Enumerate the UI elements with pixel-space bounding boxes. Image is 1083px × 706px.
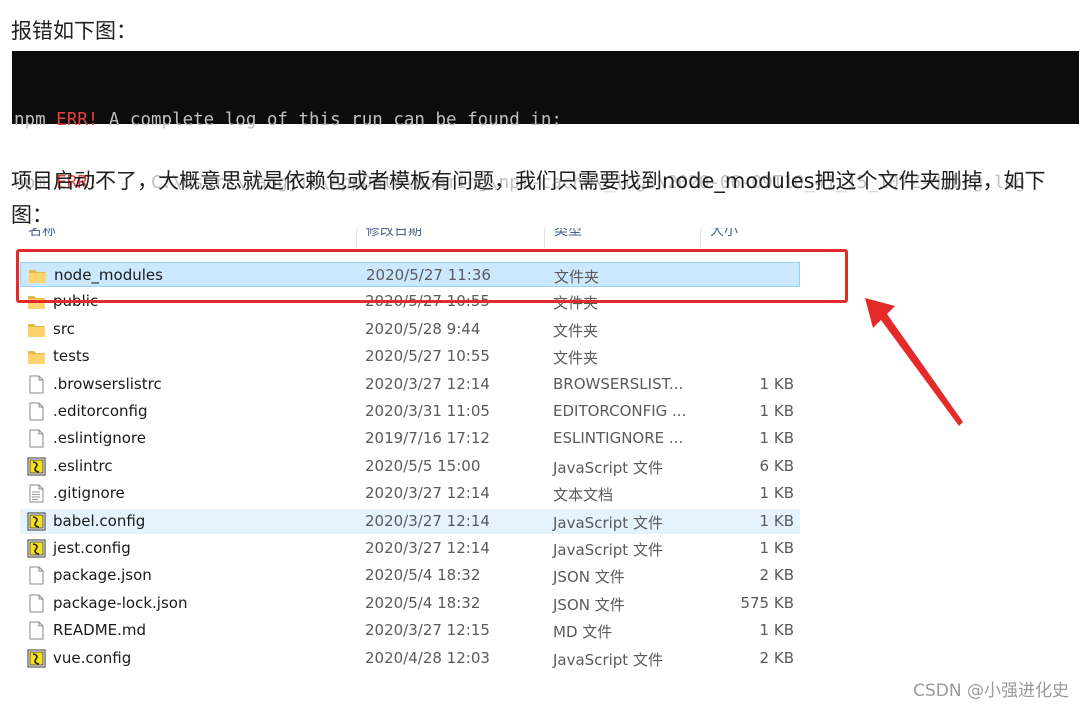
- intro-text: 报错如下图：: [11, 19, 137, 43]
- watermark: CSDN @小强进化史: [913, 681, 1069, 701]
- file-name: src: [53, 319, 75, 338]
- file-size: 1 KB: [759, 511, 794, 530]
- folder-icon: [27, 320, 46, 339]
- console-message: A complete log of this run can be found …: [98, 110, 562, 130]
- file-size: 1 KB: [759, 429, 794, 448]
- file-icon: [27, 402, 46, 421]
- file-type: JSON 文件: [553, 595, 625, 614]
- file-type: JavaScript 文件: [553, 458, 663, 477]
- file-row[interactable]: babel.config 2020/3/27 12:14 JavaScript 文件…: [20, 508, 800, 534]
- console-line: npm ERR! A complete log of this run can …: [14, 110, 1079, 131]
- file-type: BROWSERSLIST...: [553, 374, 684, 393]
- file-type: JavaScript 文件: [553, 513, 663, 532]
- file-type: ESLINTIGNORE ...: [553, 429, 684, 448]
- column-size[interactable]: 大小: [710, 228, 738, 240]
- file-row[interactable]: jest.config 2020/3/27 12:14 JavaScript 文件 1…: [20, 536, 800, 561]
- file-type: JavaScript 文件: [553, 541, 663, 559]
- file-name: .eslintrc: [53, 456, 113, 475]
- file-date: 2020/5/27 10:55: [365, 347, 490, 366]
- file-date: 2020/5/4 18:32: [365, 566, 481, 585]
- file-name: package-lock.json: [53, 593, 188, 612]
- file-date: 2020/3/27 12:14: [365, 374, 490, 393]
- file-name: babel.config: [53, 511, 146, 530]
- file-size: 2 KB: [759, 566, 794, 585]
- file-type: JavaScript 文件: [553, 650, 663, 669]
- column-divider[interactable]: [356, 228, 357, 248]
- file-name: vue.config: [53, 648, 132, 667]
- highlight-box: [16, 249, 848, 303]
- file-date: 2020/3/27 12:14: [365, 511, 490, 530]
- javascript-file-icon: [27, 539, 46, 558]
- console-prefix: npm: [14, 110, 46, 130]
- file-name: package.json: [53, 566, 152, 585]
- file-row[interactable]: vue.config 2020/4/28 12:03 JavaScript 文件 2 …: [20, 646, 800, 671]
- file-size: 1 KB: [759, 539, 794, 557]
- explanation-text: 项目启动不了，大概意思就是依赖包或者模板有问题，我们只需要找到node_modu…: [11, 169, 1046, 227]
- column-divider[interactable]: [700, 228, 701, 248]
- file-row[interactable]: .eslintignore 2019/7/16 17:12 ESLINTIGNORE…: [20, 426, 800, 451]
- file-row[interactable]: package-lock.json 2020/5/4 18:32 JSON 文件 57…: [20, 591, 800, 616]
- text-file-icon: [27, 484, 46, 503]
- column-type[interactable]: 类型: [554, 228, 582, 240]
- file-size: 6 KB: [759, 456, 794, 475]
- javascript-file-icon: [27, 512, 46, 531]
- file-name: .gitignore: [53, 484, 125, 503]
- file-size: 575 KB: [740, 593, 794, 612]
- file-size: 2 KB: [759, 648, 794, 667]
- file-date: 2020/5/28 9:44: [365, 319, 481, 338]
- file-size: 1 KB: [759, 484, 794, 503]
- file-name: .browserslistrc: [53, 374, 162, 393]
- file-date: 2020/3/27 12:15: [365, 621, 490, 640]
- file-row[interactable]: .gitignore 2020/3/27 12:14 文本文档 1 KB: [20, 481, 800, 506]
- file-type: 文本文档: [553, 486, 614, 505]
- file-icon: [27, 594, 46, 613]
- terminal-output: npm ERR! A complete log of this run can …: [12, 51, 1079, 193]
- file-name: jest.config: [53, 539, 131, 557]
- file-icon: [27, 429, 46, 448]
- console-error-tag: ERR!: [56, 110, 99, 130]
- file-date: 2020/4/28 12:03: [365, 648, 490, 667]
- file-name: tests: [53, 347, 90, 366]
- file-date: 2020/3/31 11:05: [365, 402, 490, 420]
- file-size: 1 KB: [759, 374, 794, 393]
- file-date: 2020/5/4 18:32: [365, 593, 481, 612]
- file-icon: [27, 566, 46, 585]
- file-icon: [27, 621, 46, 640]
- file-row[interactable]: .eslintrc 2020/5/5 15:00 JavaScript 文件 6 KB: [20, 454, 800, 479]
- file-row[interactable]: README.md 2020/3/27 12:15 MD 文件 1 KB: [20, 618, 800, 643]
- folder-icon: [27, 347, 46, 366]
- file-size: 1 KB: [759, 621, 794, 640]
- javascript-file-icon: [27, 649, 46, 668]
- file-icon: [27, 375, 46, 394]
- file-type: 文件夹: [553, 349, 599, 368]
- file-type: 文件夹: [553, 321, 599, 340]
- file-date: 2019/7/16 17:12: [365, 429, 490, 448]
- file-row[interactable]: .editorconfig 2020/3/31 11:05 EDITORCONFIG…: [20, 399, 800, 424]
- column-date[interactable]: 修改日期: [366, 228, 422, 240]
- file-name: .editorconfig: [53, 402, 148, 420]
- file-name: README.md: [53, 621, 147, 640]
- file-date: 2020/3/27 12:14: [365, 539, 490, 557]
- file-row[interactable]: package.json 2020/5/4 18:32 JSON 文件 2 KB: [20, 563, 800, 588]
- file-type: EDITORCONFIG ...: [553, 402, 687, 420]
- file-row[interactable]: src 2020/5/28 9:44 文件夹: [20, 317, 800, 342]
- file-name: .eslintignore: [53, 429, 146, 448]
- file-row[interactable]: tests 2020/5/27 10:55 文件夹: [20, 344, 800, 369]
- column-name[interactable]: 名称: [28, 228, 56, 240]
- file-date: 2020/5/5 15:00: [365, 456, 481, 475]
- file-row[interactable]: .browserslistrc 2020/3/27 12:14 BROWSERSLI…: [20, 372, 800, 397]
- column-header: 名称 修改日期 类型 大小: [20, 228, 820, 248]
- file-type: MD 文件: [553, 623, 613, 642]
- column-divider[interactable]: [544, 228, 545, 248]
- red-arrow-icon: [865, 298, 963, 426]
- javascript-file-icon: [27, 457, 46, 476]
- file-size: 1 KB: [759, 402, 794, 420]
- file-type: JSON 文件: [553, 568, 625, 587]
- file-date: 2020/3/27 12:14: [365, 484, 490, 503]
